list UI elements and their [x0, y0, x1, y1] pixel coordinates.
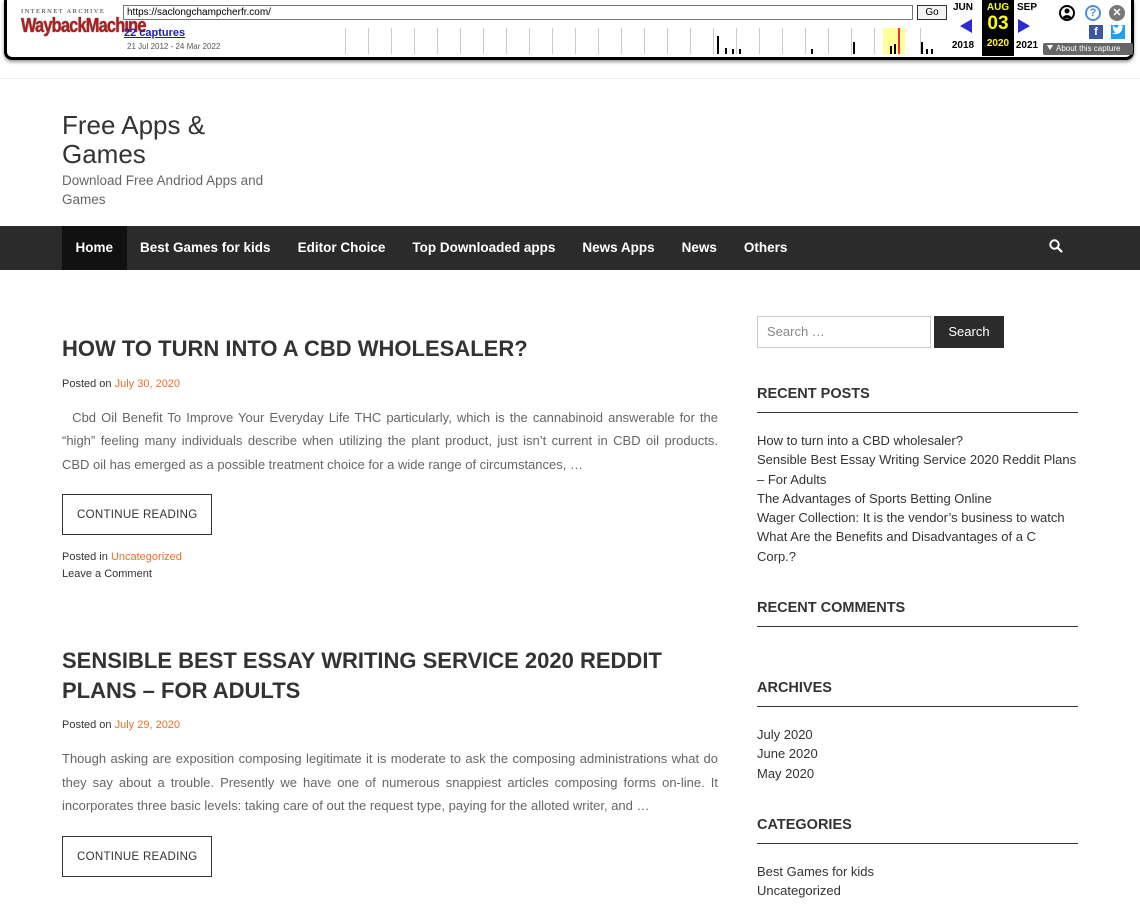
main-navigation: Home Best Games for kids Editor Choice T…: [0, 226, 1140, 270]
post-title[interactable]: Sensible Best Essay Writing Service 2020…: [62, 646, 718, 705]
category-link[interactable]: Best Games for kids: [757, 862, 1078, 881]
facebook-icon[interactable]: f: [1089, 25, 1103, 39]
close-icon[interactable]: ✕: [1109, 5, 1125, 21]
twitter-icon[interactable]: [1111, 25, 1125, 39]
recent-post-link[interactable]: Wager Collection: It is the vendor’s bus…: [757, 508, 1078, 527]
wayback-next-arrow-icon[interactable]: [1018, 19, 1030, 33]
archive-link[interactable]: May 2020: [757, 764, 1078, 783]
wayback-frame: INTERNET ARCHIVE WaybackMachine https://…: [4, 0, 1134, 60]
wayback-next-month[interactable]: SEP: [1011, 2, 1043, 13]
recent-post-link[interactable]: What Are the Benefits and Disadvantages …: [757, 527, 1078, 566]
recent-posts-widget: Recent Posts How to turn into a CBD whol…: [757, 386, 1078, 566]
post: Sensible Best Essay Writing Service 2020…: [62, 646, 718, 877]
wayback-prev-month[interactable]: JUN: [947, 2, 979, 13]
category-link[interactable]: Uncategorized: [757, 881, 1078, 900]
nav-item-others[interactable]: Others: [730, 226, 801, 270]
wayback-cur-day: 03: [987, 13, 1009, 34]
widget-title: Recent Posts: [757, 386, 1078, 413]
archive-link[interactable]: June 2020: [757, 744, 1078, 763]
caret-down-icon: [1047, 45, 1053, 50]
nav-item-news[interactable]: News: [668, 226, 730, 270]
wayback-captures-link[interactable]: 22 captures: [124, 27, 185, 39]
post-footer: Posted in Uncategorized Leave a Comment: [62, 549, 718, 583]
wayback-prev-year[interactable]: 2018: [947, 40, 979, 51]
nav-item-news-apps[interactable]: News Apps: [569, 226, 668, 270]
nav-item-best-games-for-kids[interactable]: Best Games for kids: [127, 226, 285, 270]
recent-comments-widget: Recent Comments: [757, 600, 1078, 627]
post-title[interactable]: How to turn into a CBD wholesaler?: [62, 334, 718, 364]
post-category-link[interactable]: Uncategorized: [111, 551, 182, 563]
wayback-current-capture: AUG 03 2020: [982, 0, 1014, 56]
recent-post-link[interactable]: Sensible Best Essay Writing Service 2020…: [757, 450, 1078, 489]
search-icon[interactable]: [1048, 238, 1064, 254]
posted-on-label: Posted on: [62, 719, 112, 731]
wayback-url-input[interactable]: https://saclongchampcherfr.com/: [123, 5, 913, 20]
recent-post-link[interactable]: The Advantages of Sports Betting Online: [757, 489, 1078, 508]
search-input[interactable]: Search …: [757, 316, 931, 348]
wayback-logo[interactable]: INTERNET ARCHIVE WaybackMachine: [21, 8, 146, 48]
post-date-link[interactable]: July 30, 2020: [115, 378, 180, 390]
post-meta: Posted on July 29, 2020: [62, 719, 718, 731]
wayback-capture-range: 21 Jul 2012 - 24 Mar 2022: [127, 42, 221, 51]
wayback-logo-main: WaybackMachine: [21, 15, 146, 37]
site-header: Free Apps & Games Download Free Andriod …: [0, 78, 1140, 226]
nav-item-top-downloaded-apps[interactable]: Top Downloaded apps: [399, 226, 569, 270]
recent-post-link[interactable]: How to turn into a CBD wholesaler?: [757, 431, 1078, 450]
continue-reading-button[interactable]: CONTINUE READING: [62, 835, 213, 877]
wayback-cur-month: AUG: [986, 2, 1010, 13]
widget-title: Categories: [757, 817, 1078, 844]
search-button[interactable]: Search: [934, 316, 1004, 348]
wayback-cur-year: 2020: [986, 38, 1010, 49]
post-excerpt: Though asking are exposition composing l…: [62, 751, 718, 813]
user-icon[interactable]: [1059, 5, 1075, 21]
nav-item-home[interactable]: Home: [62, 226, 127, 270]
wayback-about-label: About this capture: [1056, 44, 1121, 53]
posted-in-label: Posted in: [62, 551, 108, 563]
wayback-about-capture[interactable]: About this capture: [1043, 43, 1133, 55]
categories-widget: Categories Best Games for kids Uncategor…: [757, 817, 1078, 901]
site-title[interactable]: Free Apps & Games: [62, 111, 262, 169]
leave-comment-link[interactable]: Leave a Comment: [62, 566, 718, 583]
wayback-go-button[interactable]: Go: [917, 5, 947, 20]
wayback-sparkline[interactable]: [345, 28, 949, 54]
widget-title: Archives: [757, 680, 1078, 707]
nav-item-editor-choice[interactable]: Editor Choice: [284, 226, 399, 270]
post-meta: Posted on July 30, 2020: [62, 378, 718, 390]
post-date-link[interactable]: July 29, 2020: [115, 719, 180, 731]
continue-reading-button[interactable]: CONTINUE READING: [62, 494, 213, 535]
wayback-toolbar: INTERNET ARCHIVE WaybackMachine https://…: [0, 0, 1140, 62]
wayback-prev-arrow-icon[interactable]: [960, 19, 972, 33]
post: How to turn into a CBD wholesaler? Poste…: [62, 334, 718, 583]
wayback-next-year[interactable]: 2021: [1011, 40, 1043, 51]
posted-on-label: Posted on: [62, 377, 112, 390]
help-icon[interactable]: ?: [1085, 5, 1101, 21]
post-excerpt: Cbd Oil Benefit To Improve Your Everyday…: [62, 409, 718, 472]
widget-title: Recent Comments: [757, 600, 1078, 627]
archives-widget: Archives July 2020 June 2020 May 2020: [757, 680, 1078, 783]
site-description: Download Free Andriod Apps and Games: [62, 173, 264, 207]
archive-link[interactable]: July 2020: [757, 725, 1078, 744]
wayback-logo-top: INTERNET ARCHIVE: [21, 8, 106, 15]
